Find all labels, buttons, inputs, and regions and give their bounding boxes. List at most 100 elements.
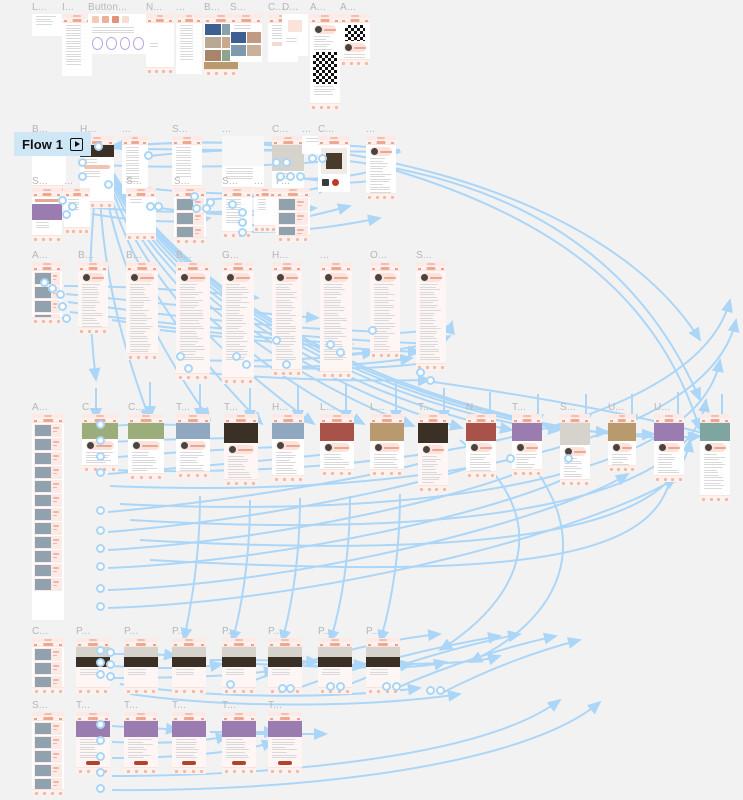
- tab-bar[interactable]: [172, 767, 206, 774]
- frame-label[interactable]: ...: [64, 176, 73, 187]
- nav-bar[interactable]: [122, 140, 148, 145]
- connector-endpoint[interactable]: [106, 648, 115, 657]
- connector-endpoint[interactable]: [392, 682, 401, 691]
- frame-label[interactable]: ...: [700, 402, 709, 413]
- frame-row-search-6[interactable]: F...: [276, 188, 310, 242]
- nav-bar[interactable]: [76, 642, 110, 647]
- device-screen[interactable]: [32, 14, 64, 36]
- list-item[interactable]: [34, 494, 62, 507]
- cta-button[interactable]: [232, 761, 246, 765]
- connector-endpoint[interactable]: [190, 192, 199, 201]
- connector-endpoint[interactable]: [506, 454, 515, 463]
- nav-bar[interactable]: [318, 642, 352, 647]
- frame-label[interactable]: ...: [254, 176, 263, 187]
- connector-endpoint[interactable]: [68, 202, 77, 211]
- tab-bar[interactable]: [560, 479, 590, 486]
- device-screen[interactable]: [320, 262, 352, 378]
- hero-image[interactable]: [224, 423, 258, 443]
- tab-bar[interactable]: [418, 485, 448, 492]
- nav-bar[interactable]: [146, 18, 174, 23]
- frame-label[interactable]: B...: [176, 250, 192, 261]
- hero-image[interactable]: [268, 721, 302, 737]
- frame-label[interactable]: ...: [366, 124, 375, 135]
- hero-image[interactable]: [272, 423, 304, 439]
- frame-row-details-10[interactable]: T...: [512, 414, 542, 476]
- connector-endpoint[interactable]: [96, 736, 105, 745]
- frame-label[interactable]: U...: [608, 402, 624, 413]
- connector-endpoint[interactable]: [96, 584, 105, 593]
- nav-bar[interactable]: [32, 192, 62, 197]
- device-screen[interactable]: [466, 414, 496, 478]
- frame-label[interactable]: ...: [122, 124, 131, 135]
- frame-row-details-7[interactable]: L...: [370, 414, 404, 476]
- connector-endpoint[interactable]: [56, 290, 65, 299]
- frame-label[interactable]: B...: [78, 250, 94, 261]
- nav-bar[interactable]: [176, 418, 210, 423]
- tab-bar[interactable]: [76, 687, 110, 694]
- frame-label[interactable]: A...: [32, 250, 48, 261]
- list-item[interactable]: [278, 212, 308, 225]
- device-screen[interactable]: [310, 14, 340, 110]
- connector-endpoint[interactable]: [426, 376, 435, 385]
- frame-row-details-13[interactable]: U...: [654, 414, 684, 482]
- hero-image[interactable]: [608, 423, 636, 441]
- author-row[interactable]: [370, 147, 392, 156]
- connector-endpoint[interactable]: [238, 228, 247, 237]
- hero-image[interactable]: [560, 423, 590, 445]
- frame-label[interactable]: A...: [310, 2, 326, 13]
- frame-row-components-0[interactable]: L...: [32, 14, 64, 36]
- frame-label[interactable]: C...: [32, 626, 48, 637]
- tab-bar[interactable]: [32, 317, 62, 324]
- list-item[interactable]: [34, 662, 62, 675]
- tab-bar[interactable]: [176, 373, 210, 380]
- frame-label[interactable]: A...: [32, 402, 48, 413]
- tab-bar[interactable]: [124, 687, 158, 694]
- connector-endpoint[interactable]: [202, 204, 211, 213]
- frame-label[interactable]: S...: [32, 176, 48, 187]
- connector-endpoint[interactable]: [96, 436, 105, 445]
- device-screen[interactable]: [222, 188, 252, 238]
- author-row[interactable]: [226, 273, 250, 282]
- frame-label[interactable]: T...: [224, 402, 238, 413]
- tab-bar[interactable]: [78, 327, 108, 334]
- connector-endpoint[interactable]: [96, 468, 105, 477]
- connector-endpoint[interactable]: [336, 348, 345, 357]
- nav-bar[interactable]: [230, 18, 262, 23]
- frame-row-components-10[interactable]: A...: [340, 14, 370, 66]
- device-screen[interactable]: [230, 14, 262, 62]
- author-row[interactable]: [180, 273, 206, 282]
- frame-label[interactable]: T...: [268, 700, 282, 711]
- connector-endpoint[interactable]: [104, 180, 113, 189]
- tab-bar[interactable]: [32, 235, 62, 242]
- device-screen[interactable]: [222, 712, 256, 774]
- frame-label[interactable]: A...: [340, 2, 356, 13]
- connector-endpoint[interactable]: [368, 326, 377, 335]
- frame-label[interactable]: Button...: [88, 2, 127, 13]
- tab-bar[interactable]: [222, 767, 256, 774]
- nav-bar[interactable]: [320, 266, 352, 271]
- nav-bar[interactable]: [700, 418, 730, 423]
- connector-endpoint[interactable]: [286, 684, 295, 693]
- tab-bar[interactable]: [272, 475, 304, 482]
- tab-bar[interactable]: [126, 353, 158, 360]
- nav-bar[interactable]: [272, 140, 304, 145]
- device-screen[interactable]: [32, 712, 64, 796]
- connector-endpoint[interactable]: [308, 154, 317, 163]
- connector-endpoint[interactable]: [96, 602, 105, 611]
- frame-label[interactable]: B...: [126, 250, 142, 261]
- frame-row-articles-8[interactable]: S...: [416, 262, 446, 370]
- tab-bar[interactable]: [370, 469, 404, 476]
- frame-row-articles-5[interactable]: H...: [272, 262, 302, 376]
- device-screen[interactable]: [272, 414, 304, 482]
- nav-bar[interactable]: [254, 192, 276, 197]
- author-row[interactable]: [276, 273, 298, 282]
- cta-button[interactable]: [278, 761, 292, 765]
- list-item[interactable]: [34, 438, 62, 451]
- list-item[interactable]: [34, 300, 60, 313]
- device-screen[interactable]: [124, 712, 158, 774]
- tab-bar[interactable]: [32, 789, 64, 796]
- frame-label[interactable]: P...: [318, 626, 333, 637]
- frame-label[interactable]: S...: [32, 700, 48, 711]
- device-screen[interactable]: [128, 414, 164, 480]
- connector-endpoint[interactable]: [106, 660, 115, 669]
